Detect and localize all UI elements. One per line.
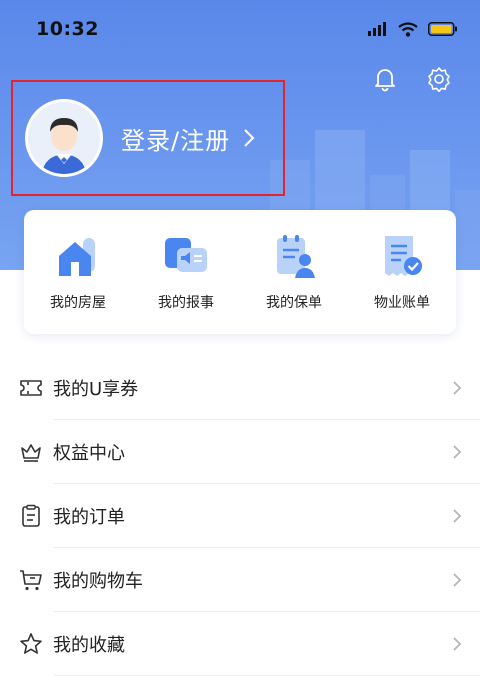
- menu-item-label: 我的收藏: [53, 635, 125, 656]
- shortcut-label: 我的报事: [158, 295, 214, 311]
- wifi-icon: [398, 21, 418, 37]
- shortcut-my-house[interactable]: 我的房屋: [24, 210, 132, 334]
- chevron-right-icon: [453, 445, 462, 459]
- shortcut-label: 我的保单: [266, 295, 322, 311]
- shortcut-my-report[interactable]: 我的报事: [132, 210, 240, 334]
- menu-item-label: 我的订单: [53, 507, 125, 528]
- shortcut-label: 我的房屋: [50, 295, 106, 311]
- bill-icon: [385, 236, 422, 276]
- menu-item-label: 我的购物车: [53, 571, 143, 592]
- chevron-right-icon: [453, 637, 462, 651]
- status-bar: 10:32: [36, 14, 458, 44]
- shortcut-my-policy[interactable]: 我的保单: [240, 210, 348, 334]
- settings-gear-icon[interactable]: [426, 66, 452, 93]
- signal-icon: [368, 22, 386, 36]
- chevron-right-icon: [453, 381, 462, 395]
- crown-icon: [21, 444, 41, 462]
- report-icon: [165, 238, 207, 272]
- house-icon: [59, 238, 95, 276]
- login-register-label[interactable]: 登录/注册: [121, 121, 230, 156]
- shortcut-property-bill[interactable]: 物业账单: [348, 210, 456, 334]
- battery-icon: [428, 22, 457, 36]
- avatar[interactable]: [25, 99, 103, 177]
- shortcut-card: 我的房屋 我的报事 我的保单 物业账单: [24, 210, 456, 334]
- order-icon: [22, 504, 40, 527]
- status-time: 10:32: [36, 18, 99, 40]
- menu-item-orders[interactable]: 我的订单: [0, 484, 480, 548]
- bell-icon[interactable]: [372, 66, 398, 92]
- chevron-right-icon: [244, 129, 255, 147]
- menu-item-coupons[interactable]: 我的U享券: [0, 356, 480, 420]
- chevron-right-icon: [453, 573, 462, 587]
- shortcut-label: 物业账单: [374, 295, 430, 311]
- coupon-icon: [20, 380, 42, 396]
- chevron-right-icon: [453, 509, 462, 523]
- login-register-area[interactable]: 登录/注册: [11, 80, 285, 196]
- default-avatar-icon: [28, 102, 100, 174]
- menu-item-favorites[interactable]: 我的收藏: [0, 612, 480, 676]
- menu-item-label: 权益中心: [53, 443, 125, 464]
- menu-item-benefits[interactable]: 权益中心: [0, 420, 480, 484]
- cart-icon: [20, 570, 42, 591]
- menu-item-label: 我的U享券: [53, 379, 139, 400]
- header-actions: [372, 66, 452, 93]
- menu-list: 我的U享券 权益中心 我的订单 我的购物车 我的收藏: [0, 356, 480, 676]
- star-icon: [20, 633, 42, 654]
- policy-icon: [277, 235, 315, 278]
- menu-item-cart[interactable]: 我的购物车: [0, 548, 480, 612]
